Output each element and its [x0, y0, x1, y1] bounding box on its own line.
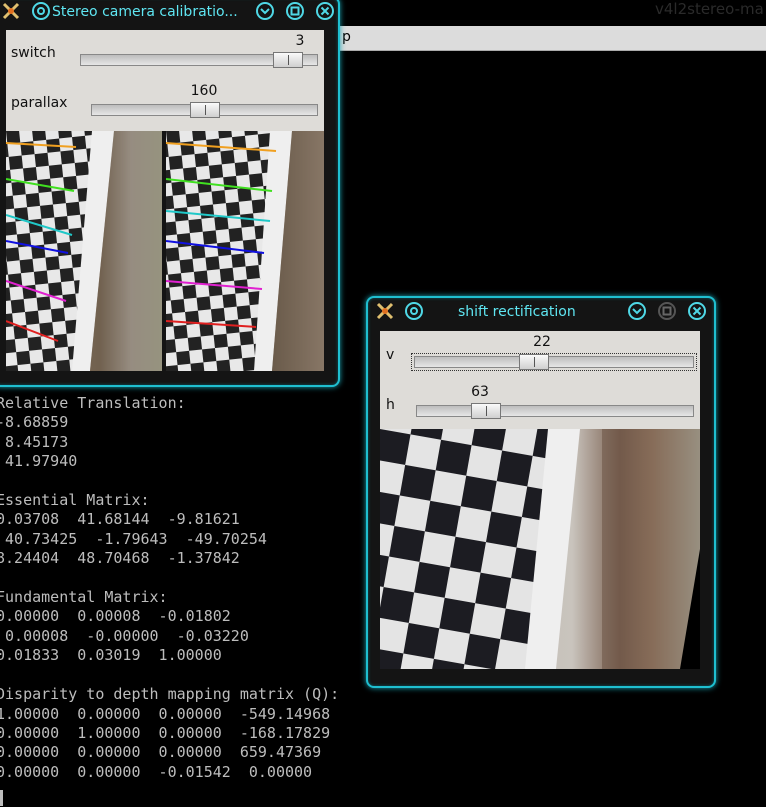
switch-label: switch — [11, 45, 56, 61]
terminal-line: 0.03708 41.68144 -9.81621 — [0, 510, 240, 529]
left-camera-view — [6, 131, 162, 371]
terminal-line: 8.45173 — [0, 432, 69, 451]
background-window-title: v4l2stereo-ma — [655, 0, 764, 18]
h-value: 63 — [471, 384, 489, 400]
v-label: v — [386, 347, 395, 363]
parallax-label: parallax — [11, 95, 68, 111]
maximize-icon[interactable] — [286, 2, 304, 20]
stereo-calibration-window: Stereo camera calibratio... switch 3 par… — [0, 0, 340, 387]
h-label: h — [386, 397, 395, 413]
menu-circle-icon[interactable] — [405, 302, 423, 320]
terminal-line: 40.73425 -1.79643 -49.70254 — [0, 529, 267, 548]
terminal-line: Fundamental Matrix: — [0, 588, 168, 607]
terminal-cursor — [0, 790, 3, 806]
menu-circle-icon[interactable] — [32, 2, 50, 20]
terminal-line: Essential Matrix: — [0, 491, 150, 510]
v-value: 22 — [533, 334, 551, 350]
v-slider-thumb[interactable] — [519, 354, 549, 370]
calib-window-title: Stereo camera calibratio... — [52, 4, 238, 20]
rectified-camera-view — [380, 429, 700, 669]
shift-window-title: shift rectification — [458, 304, 576, 320]
switch-value: 3 — [295, 33, 305, 49]
terminal-line: 1.00000 0.00000 0.00000 -549.14968 — [0, 704, 331, 723]
parallax-value: 160 — [190, 83, 218, 99]
calib-titlebar[interactable]: Stereo camera calibratio... — [0, 0, 338, 28]
background-menu-bar: p — [338, 26, 766, 51]
h-slider-thumb[interactable] — [471, 403, 501, 419]
right-chessboard-image — [166, 131, 324, 371]
app-logo-icon — [376, 302, 394, 320]
terminal-line: 41.97940 — [0, 452, 78, 471]
left-chessboard-image — [6, 131, 162, 371]
terminal-line: -8.68859 — [0, 413, 69, 432]
terminal-line: 0.01833 0.03019 1.00000 — [0, 646, 222, 665]
close-icon[interactable] — [316, 2, 334, 20]
minimize-icon[interactable] — [256, 2, 274, 20]
minimize-icon[interactable] — [628, 302, 646, 320]
terminal-line: 0.00000 0.00008 -0.01802 — [0, 607, 231, 626]
terminal-line: 0.00000 1.00000 0.00000 -168.17829 — [0, 723, 331, 742]
terminal-line: Disparity to depth mapping matrix (Q): — [0, 685, 340, 704]
terminal-line: 8.24404 48.70468 -1.37842 — [0, 549, 240, 568]
terminal-line: 0.00000 0.00000 -0.01542 0.00000 — [0, 762, 313, 781]
h-slider[interactable] — [416, 403, 694, 419]
terminal-line: 0.00000 0.00000 0.00000 659.47369 — [0, 743, 322, 762]
parallax-slider-thumb[interactable] — [190, 102, 220, 118]
terminal-output: Relative Translation: -8.68859 8.45173 41… — [0, 394, 339, 782]
v-slider[interactable] — [411, 353, 697, 371]
shift-controls-panel: v 22 h 63 — [380, 331, 700, 429]
close-icon[interactable] — [688, 302, 706, 320]
terminal-line: 0.00008 -0.00000 -0.03220 — [0, 626, 249, 645]
parallax-slider[interactable] — [91, 102, 318, 118]
terminal-line: Relative Translation: — [0, 394, 186, 412]
switch-slider-thumb[interactable] — [273, 52, 303, 68]
calib-controls-panel: switch 3 parallax 160 — [6, 30, 324, 131]
background-menu-text: p — [342, 29, 351, 45]
app-logo-icon — [2, 2, 20, 20]
shift-titlebar[interactable]: shift rectification — [368, 298, 714, 328]
maximize-icon[interactable] — [658, 302, 676, 320]
rectified-chessboard-image — [380, 429, 700, 669]
shift-rectification-window: shift rectification v 22 h 63 — [366, 296, 716, 688]
right-camera-view — [166, 131, 324, 371]
switch-slider[interactable] — [80, 52, 318, 68]
